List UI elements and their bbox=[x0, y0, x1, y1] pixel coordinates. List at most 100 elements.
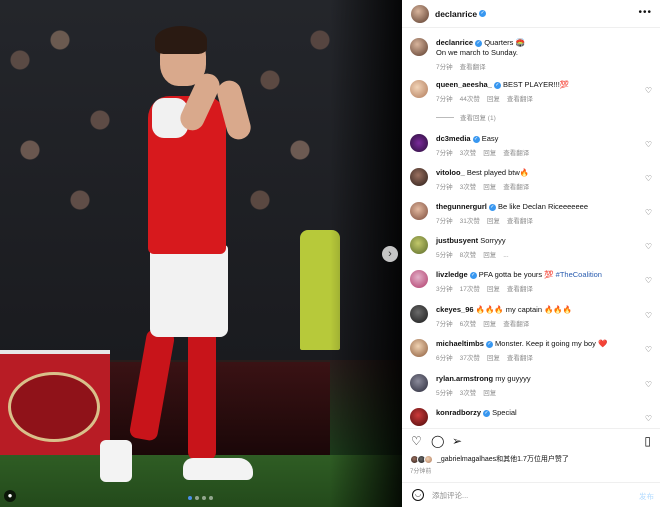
comment-panel: declanrice ✓ ••• declanrice ✓ Quarters 🏟️… bbox=[402, 0, 660, 507]
carousel-dot[interactable] bbox=[188, 496, 192, 500]
reply-link[interactable]: 回复 bbox=[483, 321, 496, 328]
avatar[interactable] bbox=[410, 408, 428, 426]
comment-icon[interactable]: ◯ bbox=[431, 435, 444, 447]
emoji-icon[interactable]: ◡ bbox=[412, 489, 424, 501]
heart-icon[interactable]: ♡ bbox=[645, 345, 652, 354]
translate-link[interactable]: 查看翻译 bbox=[507, 218, 533, 225]
comment-likes[interactable]: 6次赞 bbox=[460, 321, 477, 328]
comment-username[interactable]: vitoloo_ bbox=[436, 168, 465, 177]
translate-link[interactable]: 查看翻译 bbox=[460, 64, 486, 71]
comment-likes[interactable]: 17次赞 bbox=[460, 286, 480, 293]
reply-link[interactable]: 回复 bbox=[487, 96, 500, 103]
translate-link[interactable]: 查看翻译 bbox=[507, 286, 533, 293]
avatar[interactable] bbox=[410, 202, 428, 220]
comment-likes[interactable]: 44次赞 bbox=[460, 96, 480, 103]
likes-summary[interactable]: _gabrielmagalhaes和其他1.7万位用户赞了 bbox=[410, 454, 569, 464]
verified-icon: ✓ bbox=[485, 341, 493, 348]
translate-link[interactable]: 查看翻译 bbox=[503, 184, 529, 191]
comment-username[interactable]: queen_aeesha_ bbox=[436, 80, 492, 89]
comment-likes[interactable]: 31次赞 bbox=[460, 218, 480, 225]
comment-username[interactable]: ckeyes_96 bbox=[436, 305, 474, 314]
heart-icon[interactable]: ♡ bbox=[645, 242, 652, 251]
carousel-dot[interactable] bbox=[202, 496, 206, 500]
avatar[interactable] bbox=[410, 80, 428, 98]
comment-time: 7分钟 bbox=[436, 321, 453, 328]
comment-time: 7分钟 bbox=[436, 150, 453, 157]
post-time: 7分钟前 bbox=[410, 469, 432, 475]
heart-icon[interactable]: ♡ bbox=[645, 140, 652, 149]
more-icon[interactable]: ••• bbox=[638, 8, 652, 18]
avatar[interactable] bbox=[410, 236, 428, 254]
carousel-dot[interactable] bbox=[209, 496, 213, 500]
avatar[interactable] bbox=[410, 168, 428, 186]
comment-text: 🔥🔥🔥 my captain 🔥🔥🔥 bbox=[475, 305, 573, 314]
player-leg bbox=[128, 328, 176, 442]
likes-text[interactable]: _gabrielmagalhaes和其他1.7万位用户赞了 bbox=[437, 454, 569, 464]
comment-time: 5分钟 bbox=[436, 252, 453, 259]
comment-likes[interactable]: 3次赞 bbox=[460, 390, 477, 397]
verified-icon: ✓ bbox=[475, 40, 483, 47]
reply-link[interactable]: 回复 bbox=[487, 218, 500, 225]
comment-username[interactable]: konradborzy bbox=[436, 408, 481, 417]
share-icon[interactable]: ➢ bbox=[452, 435, 462, 447]
avatar[interactable] bbox=[410, 374, 428, 392]
comment-username[interactable]: rylan.armstrong bbox=[436, 374, 493, 383]
player-shorts bbox=[150, 245, 228, 337]
reply-link[interactable]: 回复 bbox=[483, 390, 496, 397]
comment-username[interactable]: justbusyent bbox=[436, 236, 478, 245]
caption-username[interactable]: declanrice bbox=[436, 38, 473, 47]
post-actions: ♡ ◯ ➢ ▯ _gabrielmagalhaes和其他1.7万位用户赞了 7分… bbox=[402, 428, 660, 475]
comment-username[interactable]: thegunnergurl bbox=[436, 202, 487, 211]
comment-time: 3分钟 bbox=[436, 286, 453, 293]
heart-icon[interactable]: ♡ bbox=[645, 208, 652, 217]
header-username[interactable]: declanrice bbox=[435, 9, 477, 19]
translate-link[interactable]: 查看翻译 bbox=[503, 150, 529, 157]
player-boot bbox=[100, 440, 132, 482]
chevron-right-icon[interactable]: › bbox=[382, 246, 398, 262]
avatar[interactable] bbox=[410, 270, 428, 288]
avatar[interactable] bbox=[411, 4, 429, 23]
avatar[interactable] bbox=[410, 339, 428, 357]
comment-time: 5分钟 bbox=[436, 390, 453, 397]
heart-icon[interactable]: ♡ bbox=[645, 380, 652, 389]
translate-link[interactable]: 查看翻译 bbox=[507, 355, 533, 362]
avatar[interactable] bbox=[410, 305, 428, 323]
translate-link[interactable]: 查看翻译 bbox=[507, 96, 533, 103]
comment-text: PFA gotta be yours 💯 bbox=[478, 270, 554, 279]
reply-link[interactable]: 回复 bbox=[483, 150, 496, 157]
heart-icon[interactable]: ♡ bbox=[645, 86, 652, 95]
bookmark-icon[interactable]: ▯ bbox=[644, 435, 651, 447]
comment-likes[interactable]: 8次赞 bbox=[460, 252, 477, 259]
heart-icon[interactable]: ♡ bbox=[645, 276, 652, 285]
post-button[interactable]: 发布 bbox=[639, 491, 654, 502]
carousel-dot[interactable] bbox=[195, 496, 199, 500]
comment-username[interactable]: michaeltimbs bbox=[436, 339, 484, 348]
verified-icon: ✓ bbox=[469, 272, 477, 279]
view-replies-link[interactable]: 查看回复 (1) bbox=[436, 112, 496, 122]
comment-likes[interactable]: 3次赞 bbox=[460, 184, 477, 191]
verified-icon: ✓ bbox=[493, 82, 501, 89]
heart-icon[interactable]: ♡ bbox=[411, 435, 422, 447]
reply-link[interactable]: 回复 bbox=[487, 355, 500, 362]
reply-link[interactable]: 回复 bbox=[483, 252, 496, 259]
comment-input[interactable] bbox=[432, 489, 612, 502]
comment-text: BEST PLAYER!!!💯 bbox=[502, 80, 570, 89]
comment-likes[interactable]: 37次赞 bbox=[460, 355, 480, 362]
heart-icon[interactable]: ♡ bbox=[645, 414, 652, 423]
translate-link[interactable]: 查看翻译 bbox=[503, 321, 529, 328]
avatar[interactable] bbox=[410, 134, 428, 152]
tagged-user-icon[interactable]: ● bbox=[4, 490, 16, 502]
comment-username[interactable]: livzledge bbox=[436, 270, 468, 279]
heart-icon[interactable]: ♡ bbox=[645, 174, 652, 183]
comment-likes[interactable]: 3次赞 bbox=[460, 150, 477, 157]
heart-icon[interactable]: ♡ bbox=[645, 311, 652, 320]
reply-link[interactable]: 回复 bbox=[483, 184, 496, 191]
comment-list[interactable]: declanrice ✓ Quarters 🏟️ On we march to S… bbox=[402, 30, 660, 428]
more-options[interactable]: ... bbox=[503, 252, 508, 259]
avatar[interactable] bbox=[410, 38, 428, 56]
reply-link[interactable]: 回复 bbox=[487, 286, 500, 293]
comment-text: Special bbox=[492, 408, 517, 417]
caption-text: Quarters 🏟️ bbox=[484, 38, 525, 47]
hashtag-link[interactable]: #TheCoalition bbox=[556, 270, 602, 279]
comment-username[interactable]: dc3media bbox=[436, 134, 471, 143]
